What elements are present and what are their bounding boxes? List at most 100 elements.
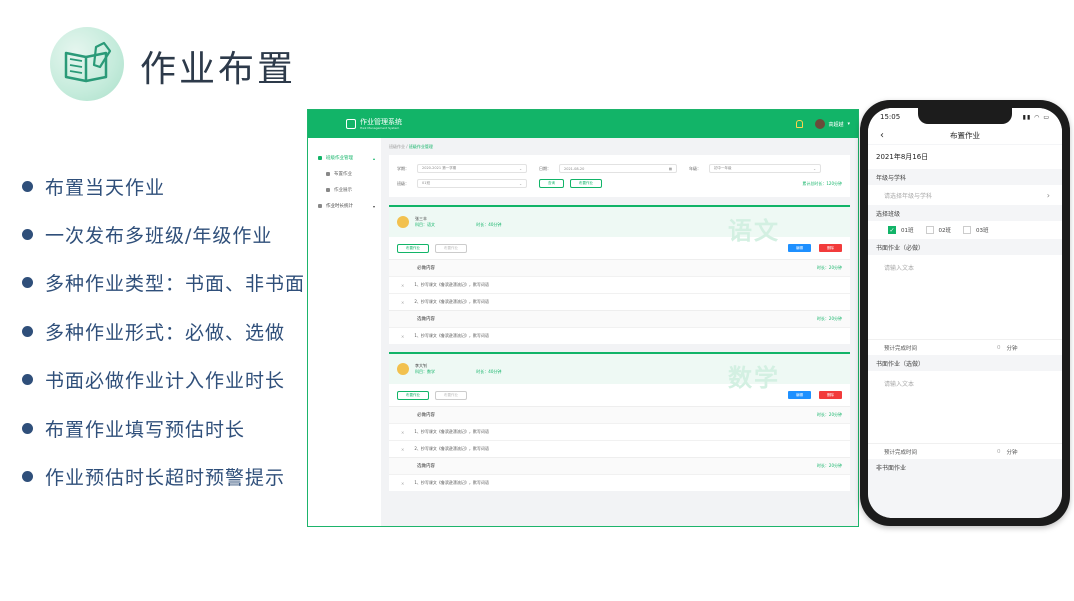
term-select[interactable]: 2020-2021 第一学期 ⌄	[417, 164, 527, 173]
bullet-dot-icon	[22, 422, 33, 434]
close-icon[interactable]: ✕	[401, 447, 404, 452]
chevron-right-icon: ›	[1046, 190, 1050, 200]
bullet-dot-icon	[22, 229, 33, 241]
written-optional-label: 书面作业（选做）	[876, 360, 925, 368]
delete-button[interactable]: 删除	[819, 391, 842, 399]
checkbox-icon[interactable]	[963, 226, 971, 234]
feature-item: 布置当天作业	[22, 162, 305, 210]
desktop-app-screenshot: 作业管理系统 Hwk Management System 高超越 ▾ 班级作业管…	[307, 109, 859, 527]
required-section-header: 必做内容 时长：20分钟	[389, 259, 850, 276]
class-label: 选择班级	[876, 210, 901, 218]
phone-mockup: 15:05 ▮▮ ◠ ▭ ‹ 布置作业 2021年8月16日 年级与学科 请选择…	[860, 100, 1070, 526]
subject-watermark: 数学	[728, 364, 780, 392]
close-icon[interactable]: ✕	[401, 283, 404, 288]
close-icon[interactable]: ✕	[401, 481, 404, 486]
optional-section-header: 选做内容 时长：20分钟	[389, 310, 850, 327]
written-required-textarea[interactable]: 请输入文本	[868, 255, 1062, 339]
date-display[interactable]: 2021年8月16日	[868, 145, 1062, 169]
subject-watermark: 语文	[728, 217, 780, 245]
app-brand[interactable]: 作业管理系统 Hwk Management System	[346, 117, 402, 130]
edit-button[interactable]: 编辑	[788, 244, 811, 252]
assign-button[interactable]: 布置作业	[397, 243, 429, 253]
bell-icon[interactable]	[796, 120, 804, 128]
feature-item: 多种作业形式：必做、选做	[22, 307, 305, 355]
book-logo	[50, 27, 124, 101]
close-icon[interactable]: ✕	[401, 300, 404, 305]
subject-label: 科目：语文	[415, 222, 435, 227]
sidebar-item-duration-stats[interactable]: 作业时长统计 ▾	[308, 198, 381, 214]
grade-select[interactable]: 初中一年级 ⌄	[709, 164, 821, 173]
chevron-down-icon[interactable]: ▾	[847, 121, 850, 127]
required-section-header: 必做内容 时长：20分钟	[389, 406, 850, 423]
delete-button[interactable]: 删除	[819, 244, 842, 252]
list-item: ✕ 1、抄写课文《鲁滨逊漂流记》，默写词语	[389, 327, 850, 344]
app-name: 作业管理系统	[360, 117, 402, 126]
query-button[interactable]: 查询	[539, 179, 564, 188]
slide-title: 作业布置	[140, 49, 297, 90]
chevron-down-icon: ▾	[372, 203, 375, 209]
nav-bar: ‹ 布置作业	[868, 126, 1062, 144]
publish-button[interactable]: 布置作业	[570, 179, 602, 188]
duration-label: 时长：40分钟	[476, 222, 502, 227]
bullet-dot-icon	[22, 374, 33, 386]
written-required-label: 书面作业（必做）	[876, 244, 925, 252]
avatar[interactable]	[815, 119, 826, 129]
list-item: ✕ 1、抄写课文《鲁滨逊漂流记》，默写词语	[389, 423, 850, 440]
feature-item: 一次发布多班级/年级作业	[22, 210, 305, 258]
optional-section-header: 选做内容 时长：20分钟	[389, 457, 850, 474]
status-time: 15:05	[880, 113, 901, 121]
class-checkbox[interactable]: 03班	[963, 226, 989, 234]
feature-item: 作业预估时长超时预警提示	[22, 452, 305, 500]
main-content: 班级作业 / 班级作业管理 学期： 2020-2021 第一学期 ⌄ 日期： 20…	[381, 138, 858, 526]
homework-card: 张三丰 科目：语文 时长：40分钟 语文 布置作业 布置作业 编辑 删除 必做内…	[389, 205, 850, 344]
estimate-input[interactable]: 0	[997, 345, 1001, 351]
open-book-icon	[64, 41, 112, 83]
grade-subject-select[interactable]: 请选择年级与学科 ›	[868, 185, 1062, 205]
assign-button[interactable]: 布置作业	[397, 390, 429, 400]
chevron-down-icon: ⌄	[813, 166, 816, 171]
duration-label: 时长：40分钟	[476, 369, 502, 374]
chevron-down-icon: ⌄	[519, 166, 522, 171]
estimate-input[interactable]: 0	[997, 449, 1001, 455]
close-icon[interactable]: ✕	[401, 430, 404, 435]
app-logo-icon	[346, 119, 356, 129]
class-checkbox[interactable]: ✓ 01班	[888, 226, 914, 234]
bullet-dot-icon	[22, 325, 33, 337]
feature-item: 多种作业类型：书面、非书面	[22, 259, 305, 307]
sidebar-item-display[interactable]: 作业展示	[308, 182, 381, 198]
sidebar-item-class-homework[interactable]: 班级作业管理 ▴	[308, 150, 381, 166]
calendar-icon: ▦	[668, 166, 672, 171]
sidebar-item-assign[interactable]: 布置作业	[308, 166, 381, 182]
subject-label: 科目：数学	[415, 369, 435, 374]
app-topbar: 作业管理系统 Hwk Management System 高超越 ▾	[308, 110, 858, 138]
user-name[interactable]: 高超越	[828, 121, 843, 128]
assign-button-disabled[interactable]: 布置作业	[435, 243, 467, 253]
list-item: ✕ 1、抄写课文《鲁滨逊漂流记》，默写词语	[389, 474, 850, 491]
bullet-dot-icon	[22, 180, 33, 192]
non-written-label: 非书面作业	[876, 464, 907, 472]
written-optional-textarea[interactable]: 请输入文本	[868, 371, 1062, 443]
assign-button-disabled[interactable]: 布置作业	[435, 390, 467, 400]
class-checkbox-group: ✓ 01班 02班 03班	[868, 221, 1062, 239]
list-item: ✕ 2、抄写课文《鲁滨逊漂流记》，默写词语	[389, 293, 850, 310]
date-picker[interactable]: 2021-08-20 ▦	[559, 164, 677, 173]
feature-list: 布置当天作业 一次发布多班级/年级作业 多种作业类型：书面、非书面 多种作业形式…	[22, 162, 305, 501]
class-select[interactable]: 01班 ⌄	[417, 179, 527, 188]
gear-icon	[318, 156, 322, 160]
chevron-down-icon: ⌄	[519, 181, 522, 186]
filter-panel: 学期： 2020-2021 第一学期 ⌄ 日期： 2021-08-20 ▦ 年级： …	[389, 155, 850, 197]
back-arrow-icon[interactable]: ‹	[880, 130, 884, 141]
signal-wifi-battery-icon: ▮▮ ◠ ▭	[1022, 113, 1050, 121]
checkbox-checked-icon[interactable]: ✓	[888, 226, 896, 234]
chevron-up-icon: ▴	[372, 155, 375, 161]
breadcrumb: 班级作业 / 班级作业管理	[389, 144, 433, 149]
avatar	[397, 363, 409, 375]
chart-icon	[318, 204, 322, 208]
class-checkbox[interactable]: 02班	[925, 226, 951, 234]
list-item: ✕ 1、抄写课文《鲁滨逊漂流记》，默写词语	[389, 276, 850, 293]
edit-button[interactable]: 编辑	[788, 391, 811, 399]
phone-screen: 15:05 ▮▮ ◠ ▭ ‹ 布置作业 2021年8月16日 年级与学科 请选择…	[868, 108, 1062, 518]
close-icon[interactable]: ✕	[401, 334, 404, 339]
sidebar: 班级作业管理 ▴ 布置作业 作业展示 作业时长统计 ▾	[308, 138, 381, 526]
checkbox-icon[interactable]	[925, 226, 934, 234]
